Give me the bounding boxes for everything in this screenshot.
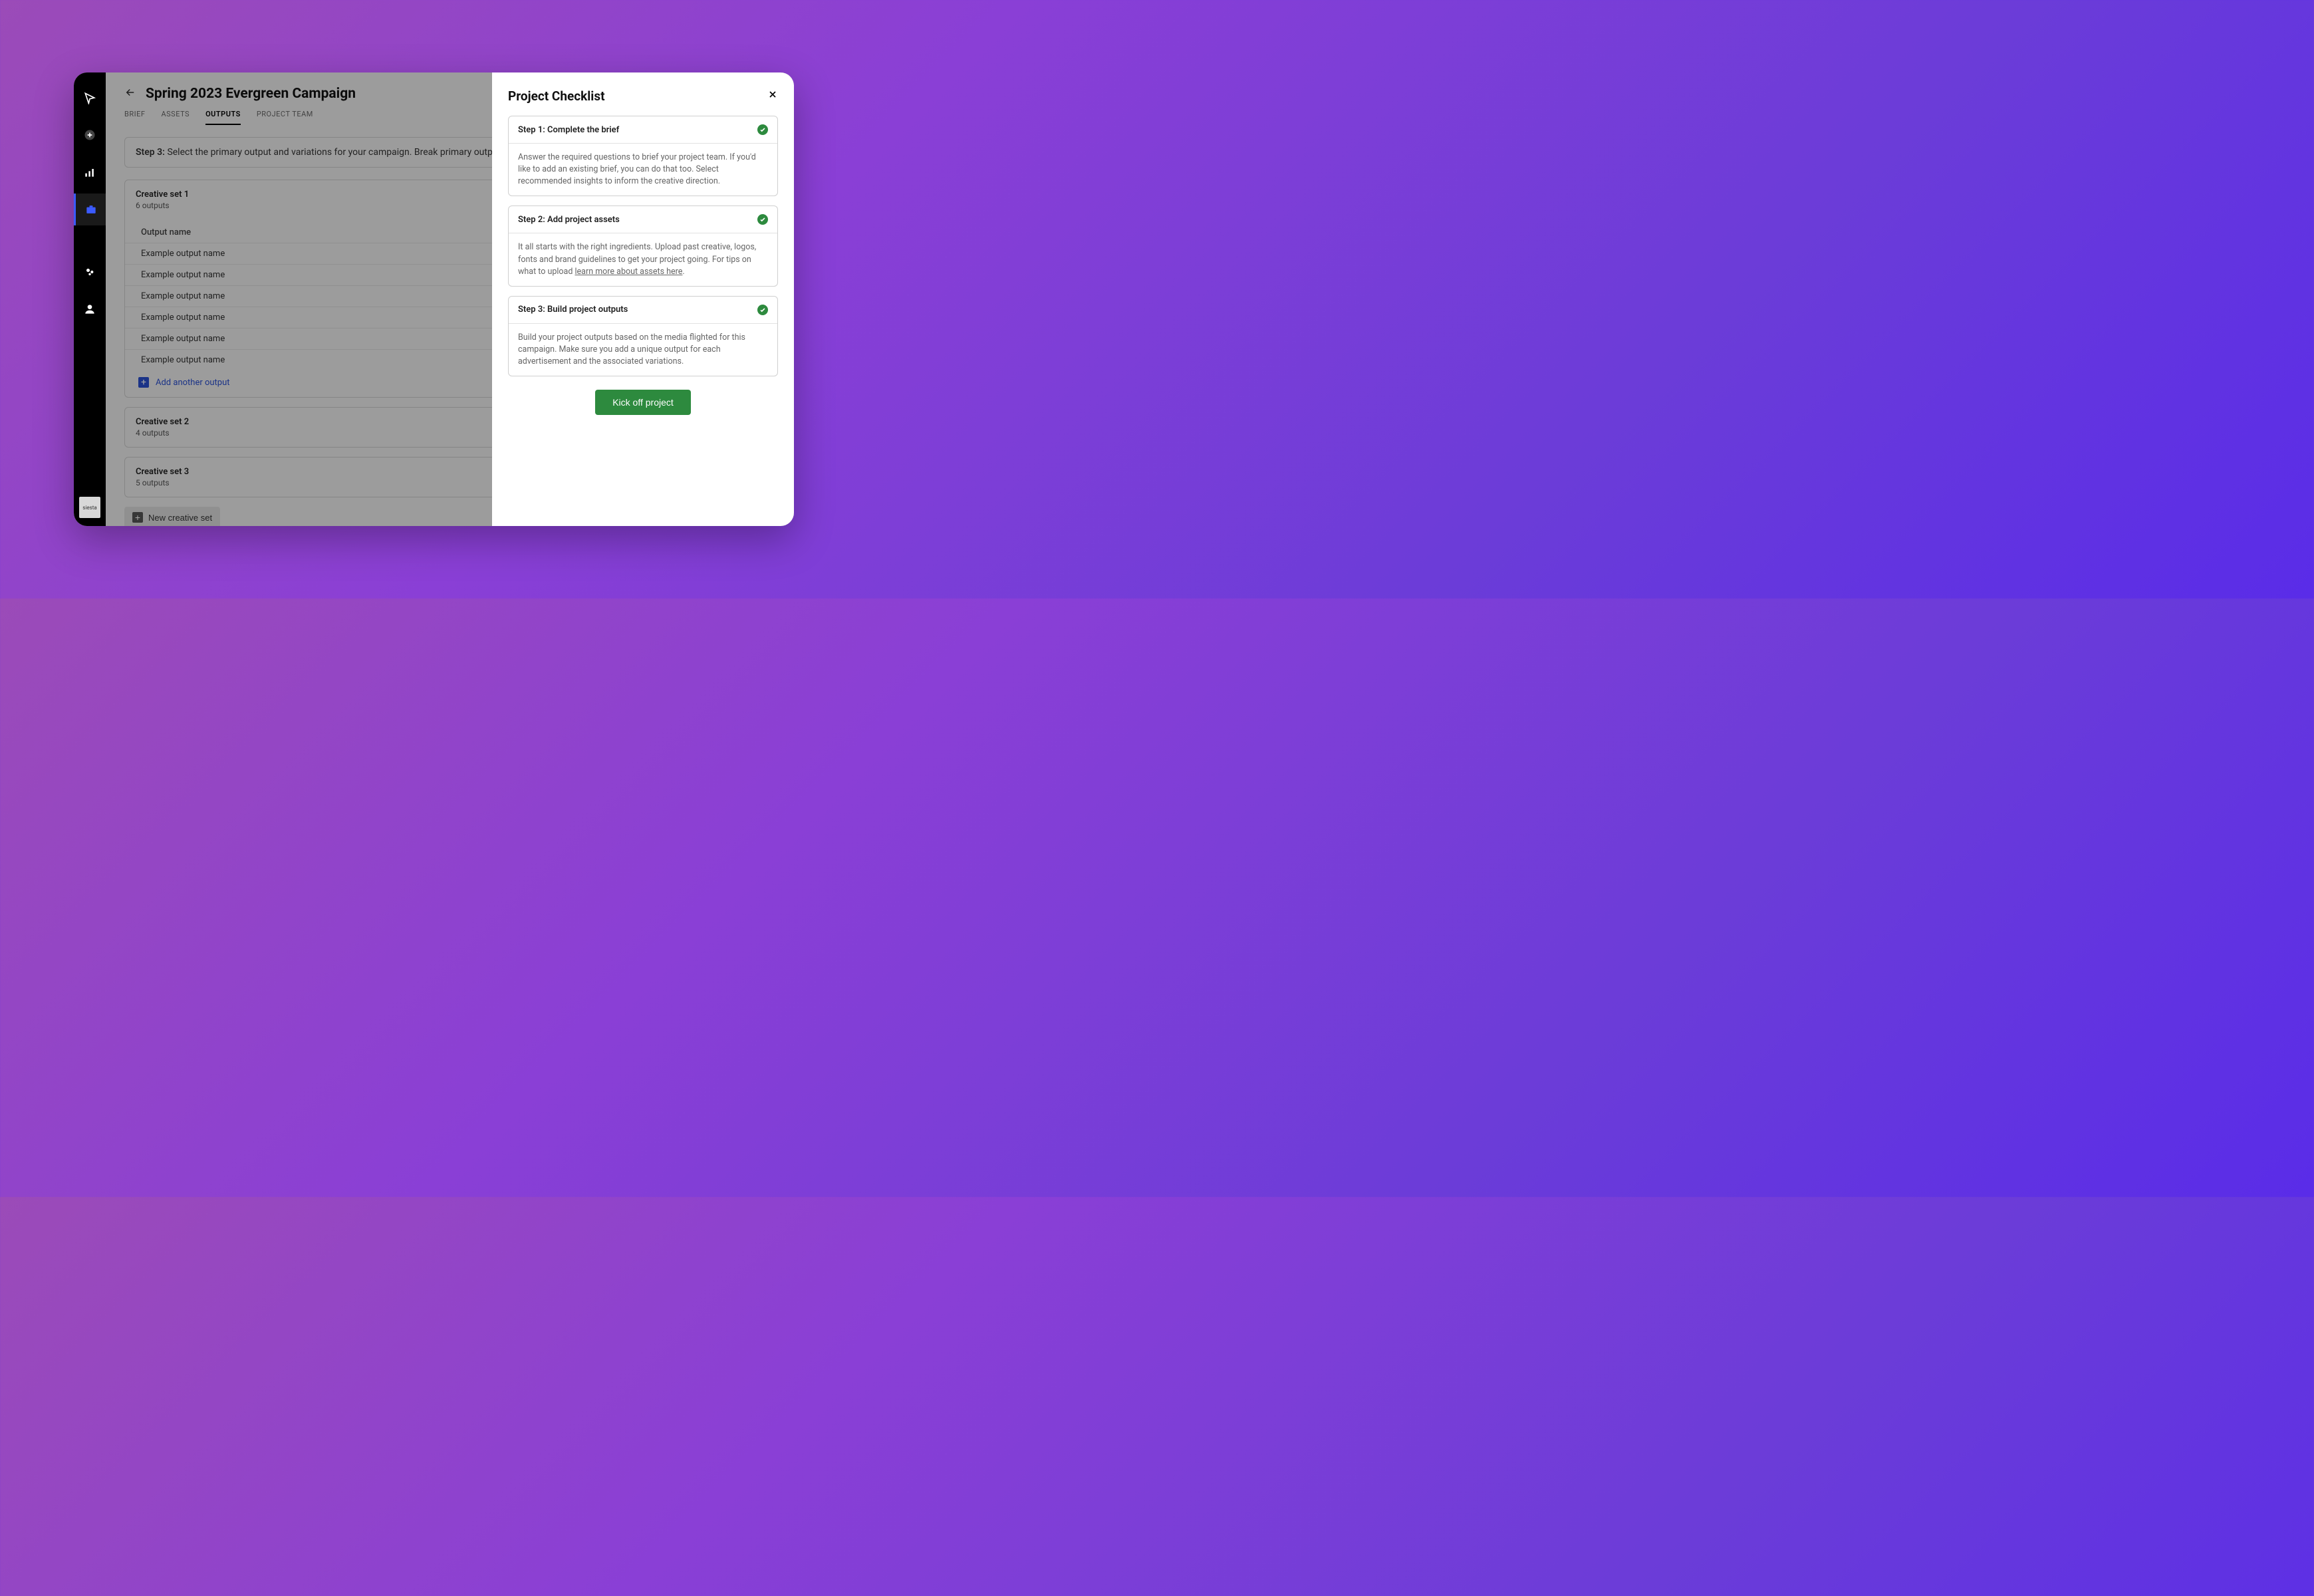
new-creative-set-button[interactable]: + New creative set [124,507,220,526]
panel-title: Project Checklist [508,88,605,104]
brand-badge: siesta [79,497,100,518]
add-output-label: Add another output [156,378,230,388]
close-icon[interactable] [767,89,778,103]
checklist-step-title: Step 3: Build project outputs [518,305,628,315]
sidebar-add-icon[interactable] [74,119,106,151]
tab-project-team[interactable]: PROJECT TEAM [257,110,313,125]
instruction-text: Select the primary output and variations… [167,147,533,158]
new-set-label: New creative set [148,513,212,523]
checklist-step-body: Answer the required questions to brief y… [509,143,777,196]
checklist-step-title: Step 1: Complete the brief [518,125,619,135]
checklist-step-body: It all starts with the right ingredients… [509,233,777,285]
checklist-panel: Project Checklist Step 1: Complete the b… [492,72,794,526]
check-complete-icon [757,214,768,225]
app-frame: siesta Spring 2023 Evergreen Campaign BR… [74,72,794,526]
check-complete-icon [757,124,768,135]
checklist-step-title: Step 2: Add project assets [518,215,620,225]
kick-off-button[interactable]: Kick off project [595,390,691,415]
checklist-step-body: Build your project outputs based on the … [509,323,777,376]
page-title: Spring 2023 Evergreen Campaign [146,86,356,102]
sidebar-user-icon[interactable] [74,293,106,325]
check-complete-icon [757,305,768,315]
tab-assets[interactable]: ASSETS [161,110,190,125]
back-arrow-icon[interactable] [124,86,136,101]
plus-icon: + [138,377,149,388]
sidebar: siesta [74,72,106,526]
sidebar-people-icon[interactable] [74,256,106,288]
instruction-step-label: Step 3: [136,147,165,158]
plus-icon: + [132,512,143,523]
learn-more-link[interactable]: learn more about assets here [575,267,683,277]
sidebar-briefcase-icon[interactable] [74,194,106,225]
sidebar-analytics-icon[interactable] [74,156,106,188]
sidebar-cursor-icon[interactable] [74,82,106,114]
tab-outputs[interactable]: OUTPUTS [205,110,241,125]
checklist-step-2: Step 2: Add project assets It all starts… [508,205,778,286]
checklist-step-3: Step 3: Build project outputs Build your… [508,296,778,376]
tab-brief[interactable]: BRIEF [124,110,145,125]
checklist-step-1: Step 1: Complete the brief Answer the re… [508,116,778,196]
